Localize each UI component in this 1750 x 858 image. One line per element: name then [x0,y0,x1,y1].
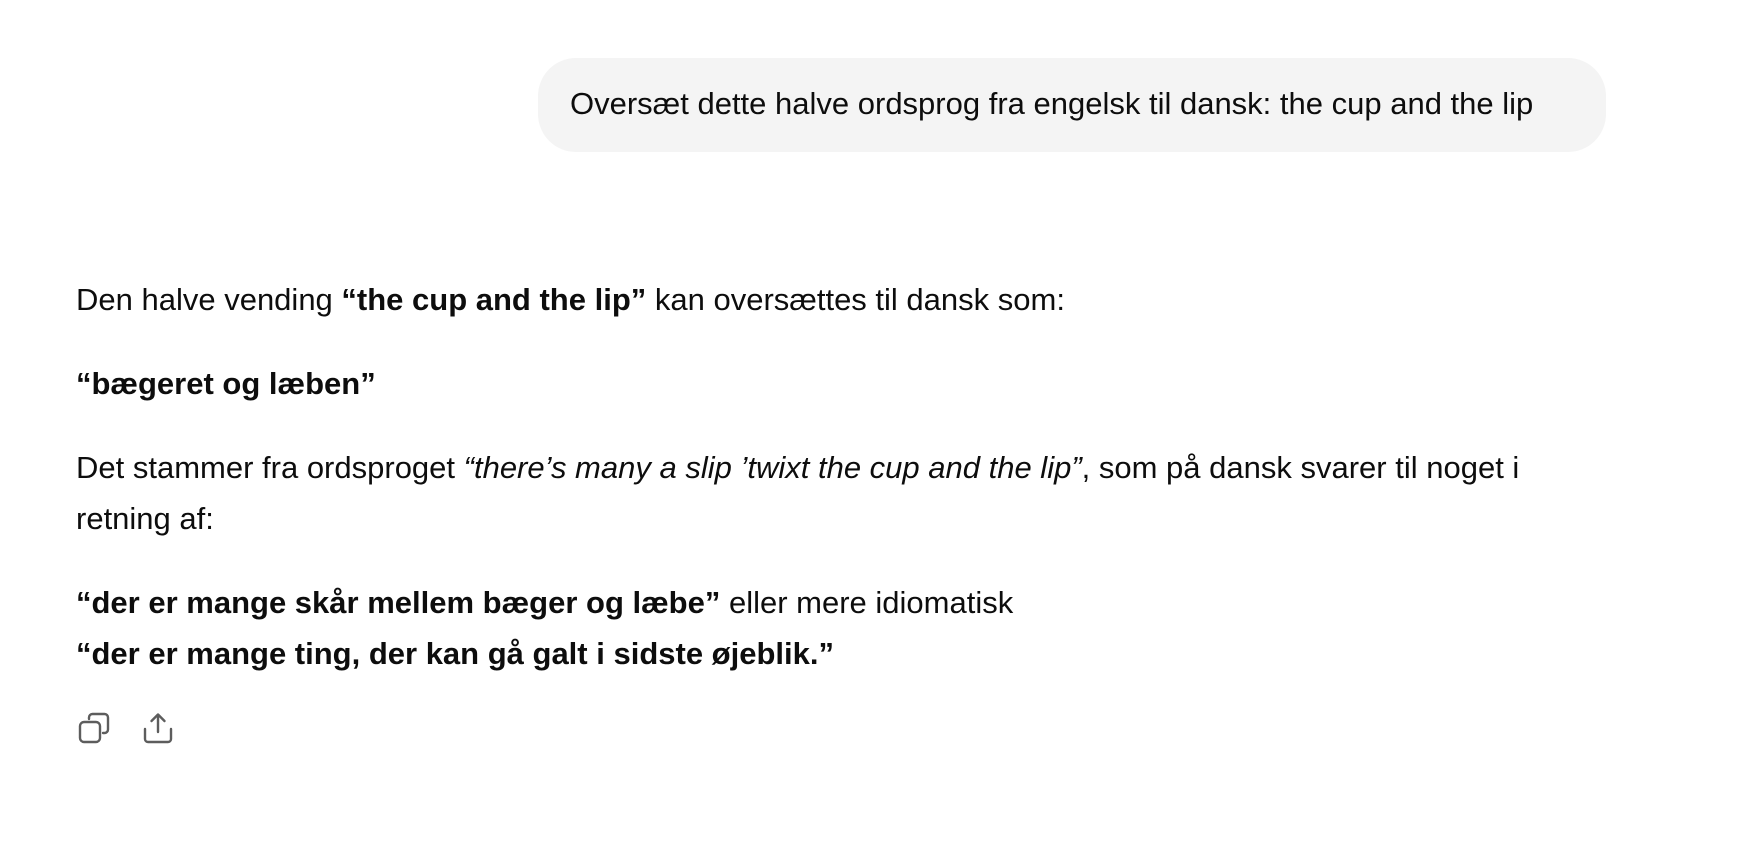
user-message-text: Oversæt dette halve ordsprog fra engelsk… [570,86,1534,121]
user-message-bubble: Oversæt dette halve ordsprog fra engelsk… [538,58,1606,152]
assistant-paragraph-2: “bægeret og læben” [76,358,1616,409]
p2-bold-translation: “bægeret og læben” [76,366,376,401]
p4-text-middle: eller mere idiomatisk [720,585,1014,620]
p1-text-after: kan oversættes til dansk som: [646,282,1065,317]
p1-text-before: Den halve vending [76,282,342,317]
assistant-message: Den halve vending “the cup and the lip” … [76,274,1616,679]
copy-button[interactable] [76,710,112,746]
copy-icon [78,712,110,744]
p4-bold-phrase-1: “der er mange skår mellem bæger og læbe” [76,585,721,620]
share-button[interactable] [140,710,176,746]
assistant-paragraph-3: Det stammer fra ordsproget “there’s many… [76,442,1616,544]
p1-bold-phrase: “the cup and the lip” [341,282,647,317]
share-icon [143,713,173,744]
p3-italic-proverb: “there’s many a slip ’twixt the cup and … [463,450,1082,485]
message-actions [76,710,176,746]
assistant-paragraph-1: Den halve vending “the cup and the lip” … [76,274,1616,325]
p4-bold-phrase-2: “der er mange ting, der kan gå galt i si… [76,636,834,671]
p3-text-before: Det stammer fra ordsproget [76,450,464,485]
assistant-paragraph-4: “der er mange skår mellem bæger og læbe”… [76,577,1616,679]
